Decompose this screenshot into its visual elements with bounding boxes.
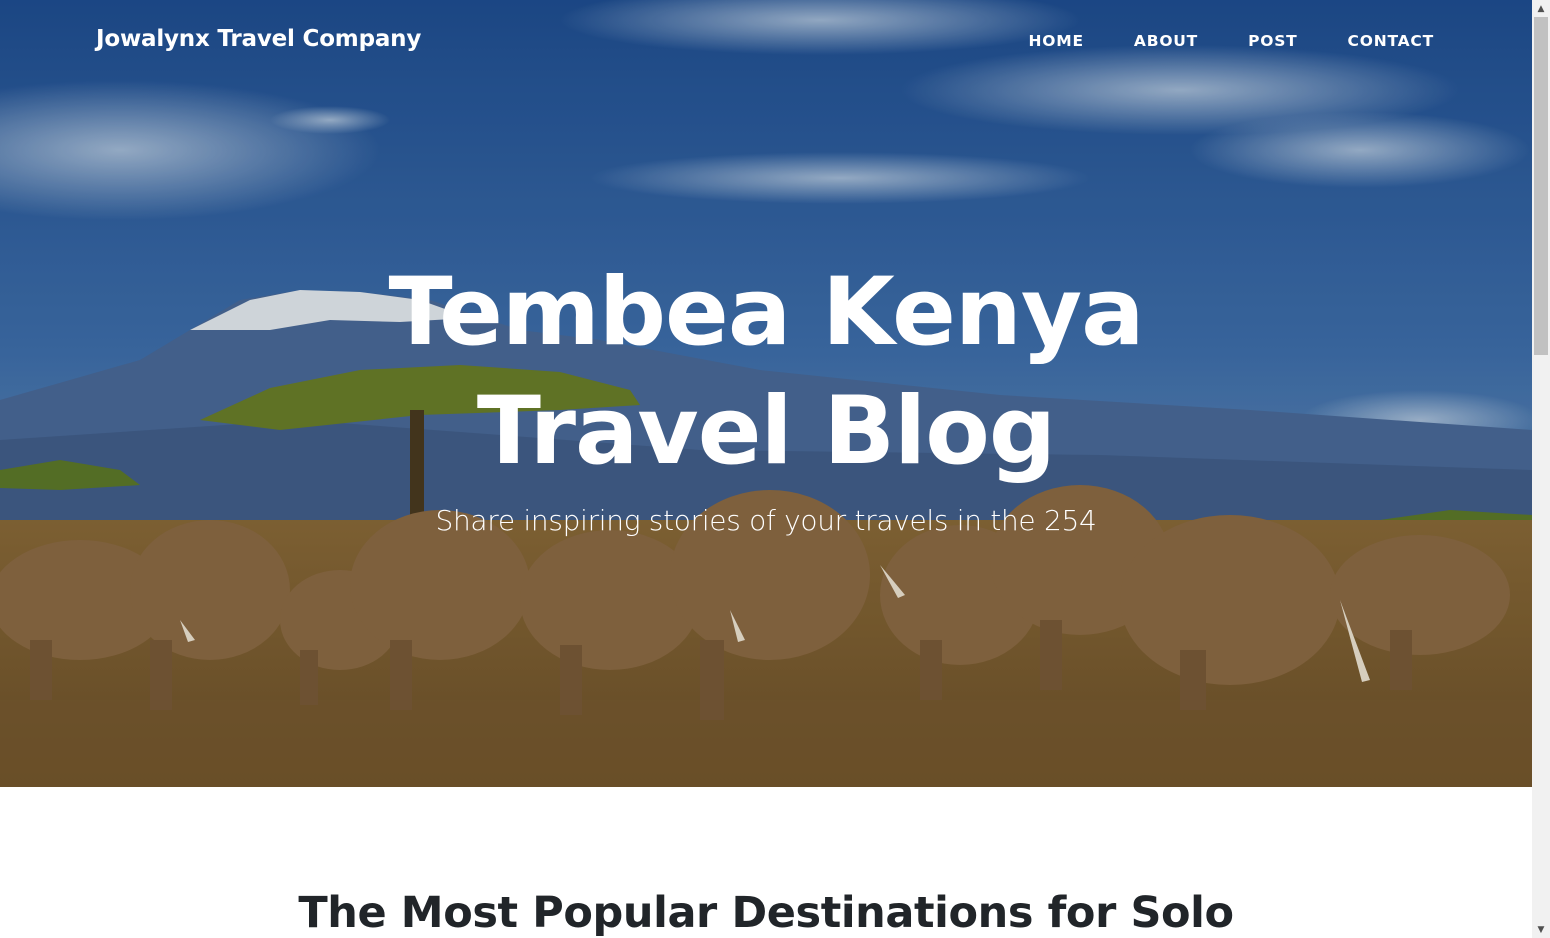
post-title-link[interactable]: The Most Popular Destinations for Solo: [0, 888, 1532, 938]
hero-title-line-1: Tembea Kenya: [388, 258, 1144, 367]
vertical-scrollbar[interactable]: ▲ ▼: [1532, 0, 1550, 938]
hero-header: Jowalynx Travel Company HOME ABOUT POST …: [0, 0, 1532, 787]
page: Jowalynx Travel Company HOME ABOUT POST …: [0, 0, 1532, 938]
scrollbar-thumb[interactable]: [1534, 17, 1548, 355]
scroll-up-arrow-icon[interactable]: ▲: [1532, 0, 1550, 17]
hero-subtitle: Share inspiring stories of your travels …: [435, 504, 1097, 537]
hero-title-line-2: Travel Blog: [476, 377, 1056, 486]
scroll-down-arrow-icon[interactable]: ▼: [1532, 921, 1550, 938]
nav-contact-link[interactable]: CONTACT: [1348, 32, 1434, 50]
nav-home-link[interactable]: HOME: [1029, 32, 1084, 50]
nav-about-link[interactable]: ABOUT: [1134, 32, 1198, 50]
main-nav: HOME ABOUT POST CONTACT: [1029, 32, 1434, 50]
brand-link[interactable]: Jowalynx Travel Company: [96, 26, 421, 52]
nav-post-link[interactable]: POST: [1248, 32, 1297, 50]
